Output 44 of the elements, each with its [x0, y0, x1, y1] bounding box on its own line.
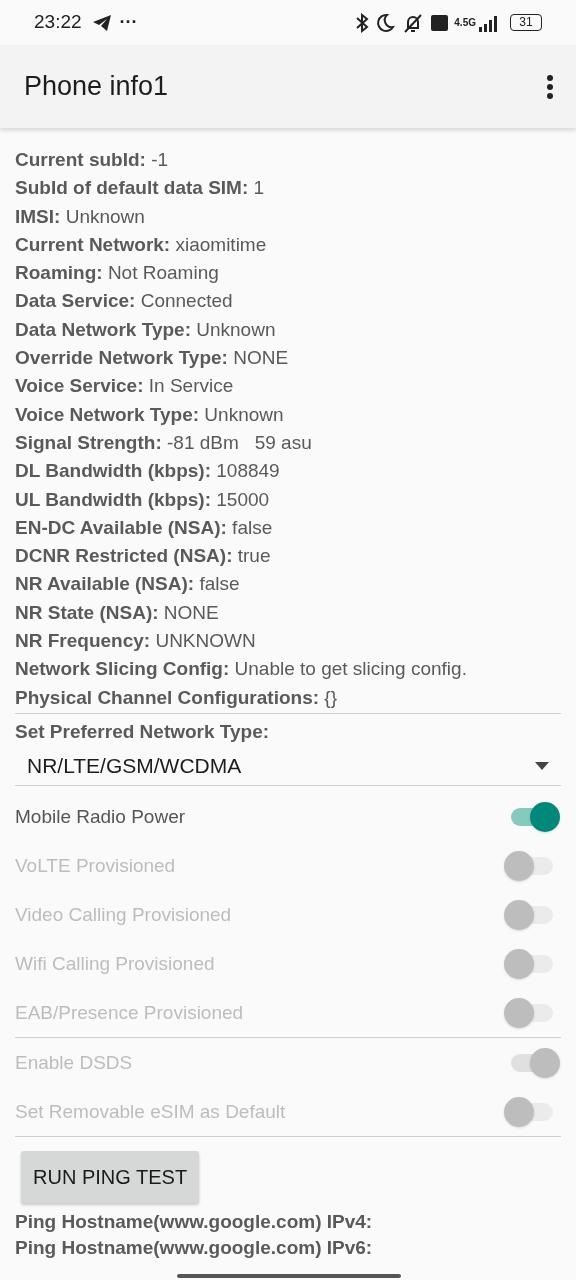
info-line: Voice Service: In Service: [15, 374, 235, 399]
info-line: Voice Network Type: Unknown: [15, 402, 285, 427]
network-type-dropdown[interactable]: NR/LTE/GSM/WCDMA: [15, 746, 561, 787]
signal-icon: [478, 13, 498, 32]
info-line: Network Slicing Config: Unable to get slicing config.: [15, 657, 468, 682]
switch-label: EAB/Presence Provisioned: [15, 1000, 244, 1025]
switch-label: VoLTE Provisioned: [15, 853, 176, 878]
info-line: DL Bandwidth (kbps): 108849: [15, 459, 281, 484]
info-line: Physical Channel Configurations: {}: [15, 685, 339, 710]
app-title: Phone info1: [24, 70, 169, 104]
field-label: Set Preferred Network Type:: [14, 719, 271, 744]
network-type: 4.5G: [454, 17, 476, 28]
switch-label: Enable DSDS: [15, 1050, 133, 1075]
battery: 31: [510, 14, 542, 31]
more-notifications: ···: [119, 11, 138, 34]
ping-result-label: Ping Hostname(www.google.com) IPv4:: [15, 1210, 373, 1235]
info-line: Signal Strength: -81 dBm 59 asu: [15, 430, 313, 455]
ping-result-label: Ping Hostname(www.google.com) IPv6:: [15, 1236, 373, 1261]
info-line: EN-DC Available (NSA): false: [15, 515, 274, 540]
moon-icon: [375, 12, 396, 33]
caret-icon: [535, 761, 549, 770]
bluetooth-icon: [355, 12, 370, 33]
switch-label: Video Calling Provisioned: [15, 902, 232, 927]
info-line: UL Bandwidth (kbps): 15000: [15, 487, 271, 512]
info-line: DCNR Restricted (NSA): true: [15, 544, 272, 569]
info-line: Current Network: xiaomitime: [15, 232, 268, 257]
run-ping-test-button[interactable]: RUN PING TEST: [21, 1151, 200, 1204]
info-line: IMSI: Unknown: [15, 204, 146, 229]
clock: 23:22: [34, 10, 82, 35]
info-line: Current subId: -1: [15, 148, 170, 172]
info-line: Data Service: Connected: [15, 289, 234, 314]
switch-label: Set Removable eSIM as Default: [15, 1099, 286, 1124]
switch-label: Wifi Calling Provisioned: [15, 951, 215, 976]
info-line: NR Available (NSA): false: [15, 572, 241, 597]
paper-plane-icon: [91, 13, 112, 32]
home-indicator[interactable]: [177, 1274, 401, 1278]
info-line: Data Network Type: Unknown: [15, 317, 277, 342]
more-options-icon[interactable]: [546, 73, 554, 100]
info-line: NR Frequency: UNKNOWN: [15, 629, 257, 654]
switch-label: Mobile Radio Power: [15, 804, 186, 829]
info-line: Override Network Type: NONE: [15, 346, 290, 371]
info-line: SubId of default data SIM: 1: [15, 176, 266, 201]
info-line: Roaming: Not Roaming: [15, 261, 220, 286]
info-line: NR State (NSA): NONE: [15, 600, 220, 625]
